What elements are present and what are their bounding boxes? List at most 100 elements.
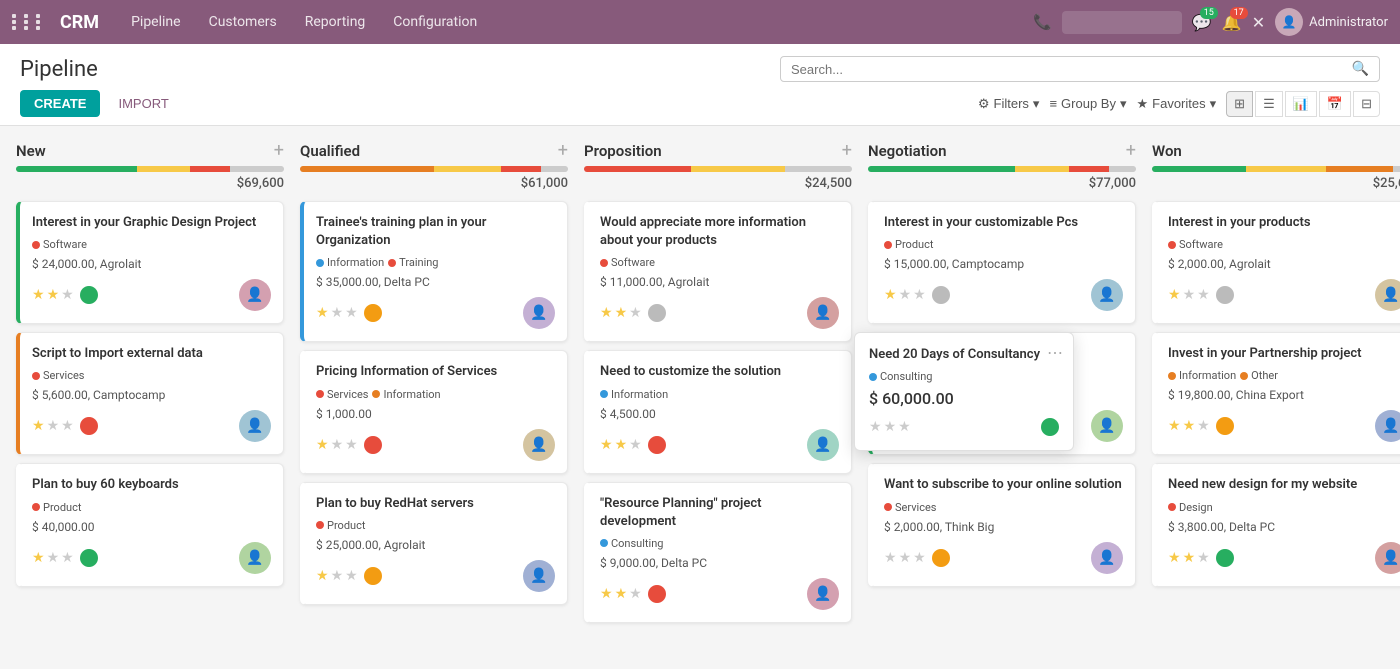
star-1[interactable]: ★ — [899, 287, 912, 303]
star-0[interactable]: ★ — [1168, 418, 1181, 434]
search-input[interactable] — [791, 62, 1352, 77]
tooltip-card[interactable]: ⋯ Need 20 Days of Consultancy Consulting… — [854, 332, 1074, 451]
card-stars[interactable]: ★★★ — [32, 287, 74, 303]
star-0[interactable]: ★ — [884, 287, 897, 303]
menu-customers[interactable]: Customers — [197, 8, 289, 36]
card-stars[interactable]: ★★★ — [600, 586, 642, 602]
card-stars[interactable]: ★★★ — [1168, 550, 1210, 566]
card[interactable]: Pricing Information of Services Services… — [300, 350, 568, 473]
calendar-view-button[interactable]: 📅 — [1319, 91, 1351, 117]
star-0[interactable]: ★ — [869, 419, 882, 435]
star-1[interactable]: ★ — [615, 305, 628, 321]
star-0[interactable]: ★ — [600, 305, 613, 321]
three-dots-icon[interactable]: ⋯ — [1047, 343, 1063, 362]
col-add-button[interactable]: + — [1126, 142, 1136, 160]
card[interactable]: Plan to buy 60 keyboards Product $ 40,00… — [16, 463, 284, 586]
star-0[interactable]: ★ — [1168, 287, 1181, 303]
star-2[interactable]: ★ — [629, 437, 642, 453]
star-1[interactable]: ★ — [47, 550, 60, 566]
card-stars[interactable]: ★★★ — [600, 437, 642, 453]
card[interactable]: Invest in your Partnership project Infor… — [1152, 332, 1400, 455]
menu-reporting[interactable]: Reporting — [293, 8, 378, 36]
card-stars[interactable]: ★★★ — [316, 437, 358, 453]
star-2[interactable]: ★ — [61, 550, 74, 566]
star-2[interactable]: ★ — [1197, 550, 1210, 566]
col-add-button[interactable]: + — [842, 142, 852, 160]
star-0[interactable]: ★ — [1168, 550, 1181, 566]
star-0[interactable]: ★ — [600, 586, 613, 602]
card[interactable]: Script to Import external data Services … — [16, 332, 284, 455]
card-stars[interactable]: ★★★ — [32, 550, 74, 566]
star-1[interactable]: ★ — [1183, 418, 1196, 434]
star-2[interactable]: ★ — [913, 287, 926, 303]
card[interactable]: Interest in your customizable Pcs Produc… — [868, 201, 1136, 324]
search-bar[interactable]: 🔍 — [780, 56, 1380, 82]
grid-view-button[interactable]: ⊟ — [1353, 91, 1380, 117]
menu-configuration[interactable]: Configuration — [381, 8, 489, 36]
card-stars[interactable]: ★★★ — [884, 287, 926, 303]
card[interactable]: Trainee's training plan in your Organiza… — [300, 201, 568, 342]
card-stars[interactable]: ★★★ — [884, 550, 926, 566]
card[interactable]: "Resource Planning" project deveIopment … — [584, 482, 852, 623]
filters-button[interactable]: ⚙ Filters ▾ — [978, 96, 1040, 112]
card-stars[interactable]: ★★★ — [32, 418, 74, 434]
tooltip-stars[interactable]: ★ ★ ★ — [869, 419, 911, 435]
card-stars[interactable]: ★★★ — [600, 305, 642, 321]
star-0[interactable]: ★ — [316, 568, 329, 584]
star-1[interactable]: ★ — [899, 550, 912, 566]
star-0[interactable]: ★ — [32, 287, 45, 303]
star-1[interactable]: ★ — [47, 287, 60, 303]
star-1[interactable]: ★ — [615, 586, 628, 602]
apps-grid-icon[interactable] — [12, 14, 46, 30]
card[interactable]: Want to subscribe to your online solutio… — [868, 463, 1136, 586]
star-2[interactable]: ★ — [345, 437, 358, 453]
star-1[interactable]: ★ — [331, 437, 344, 453]
favorites-button[interactable]: ★ Favorites ▾ — [1137, 96, 1217, 112]
card[interactable]: Need to customize the solution Informati… — [584, 350, 852, 473]
star-1[interactable]: ★ — [47, 418, 60, 434]
star-2[interactable]: ★ — [61, 418, 74, 434]
star-1[interactable]: ★ — [331, 305, 344, 321]
star-1[interactable]: ★ — [615, 437, 628, 453]
star-2[interactable]: ★ — [629, 586, 642, 602]
star-1[interactable]: ★ — [1183, 287, 1196, 303]
star-1[interactable]: ★ — [1183, 550, 1196, 566]
card[interactable]: Would appreciate more information about … — [584, 201, 852, 342]
card[interactable]: Interest in your Graphic Design Project … — [16, 201, 284, 324]
card-stars[interactable]: ★★★ — [1168, 418, 1210, 434]
card-stars[interactable]: ★★★ — [1168, 287, 1210, 303]
star-2[interactable]: ★ — [898, 419, 911, 435]
star-1[interactable]: ★ — [331, 568, 344, 584]
group-by-button[interactable]: ≡ Group By ▾ — [1049, 96, 1126, 112]
card[interactable]: Plan to buy RedHat servers Product $ 25,… — [300, 482, 568, 605]
close-icon[interactable]: ✕ — [1252, 13, 1265, 32]
card-stars[interactable]: ★★★ — [316, 568, 358, 584]
star-2[interactable]: ★ — [345, 568, 358, 584]
kanban-view-button[interactable]: ⊞ — [1226, 91, 1253, 117]
star-1[interactable]: ★ — [884, 419, 897, 435]
star-0[interactable]: ★ — [600, 437, 613, 453]
star-2[interactable]: ★ — [345, 305, 358, 321]
card-stars[interactable]: ★★★ — [316, 305, 358, 321]
star-2[interactable]: ★ — [1197, 287, 1210, 303]
card[interactable]: Need new design for my website Design $ … — [1152, 463, 1400, 586]
col-add-button[interactable]: + — [558, 142, 568, 160]
phone-icon[interactable]: 📞 — [1033, 13, 1052, 31]
star-2[interactable]: ★ — [61, 287, 74, 303]
card[interactable]: Interest in your products Software $ 2,0… — [1152, 201, 1400, 324]
chart-view-button[interactable]: 📊 — [1285, 91, 1317, 117]
star-2[interactable]: ★ — [629, 305, 642, 321]
star-2[interactable]: ★ — [913, 550, 926, 566]
col-add-button[interactable]: + — [274, 142, 284, 160]
user-menu[interactable]: 👤 Administrator — [1275, 8, 1388, 36]
list-view-button[interactable]: ☰ — [1255, 91, 1283, 117]
create-button[interactable]: CREATE — [20, 90, 100, 117]
import-button[interactable]: IMPORT — [108, 90, 178, 117]
message-icon[interactable]: 🔔 17 — [1222, 13, 1242, 32]
star-0[interactable]: ★ — [316, 437, 329, 453]
star-0[interactable]: ★ — [32, 418, 45, 434]
menu-pipeline[interactable]: Pipeline — [119, 8, 193, 36]
star-2[interactable]: ★ — [1197, 418, 1210, 434]
notification-icon[interactable]: 💬 15 — [1192, 13, 1212, 32]
star-0[interactable]: ★ — [316, 305, 329, 321]
